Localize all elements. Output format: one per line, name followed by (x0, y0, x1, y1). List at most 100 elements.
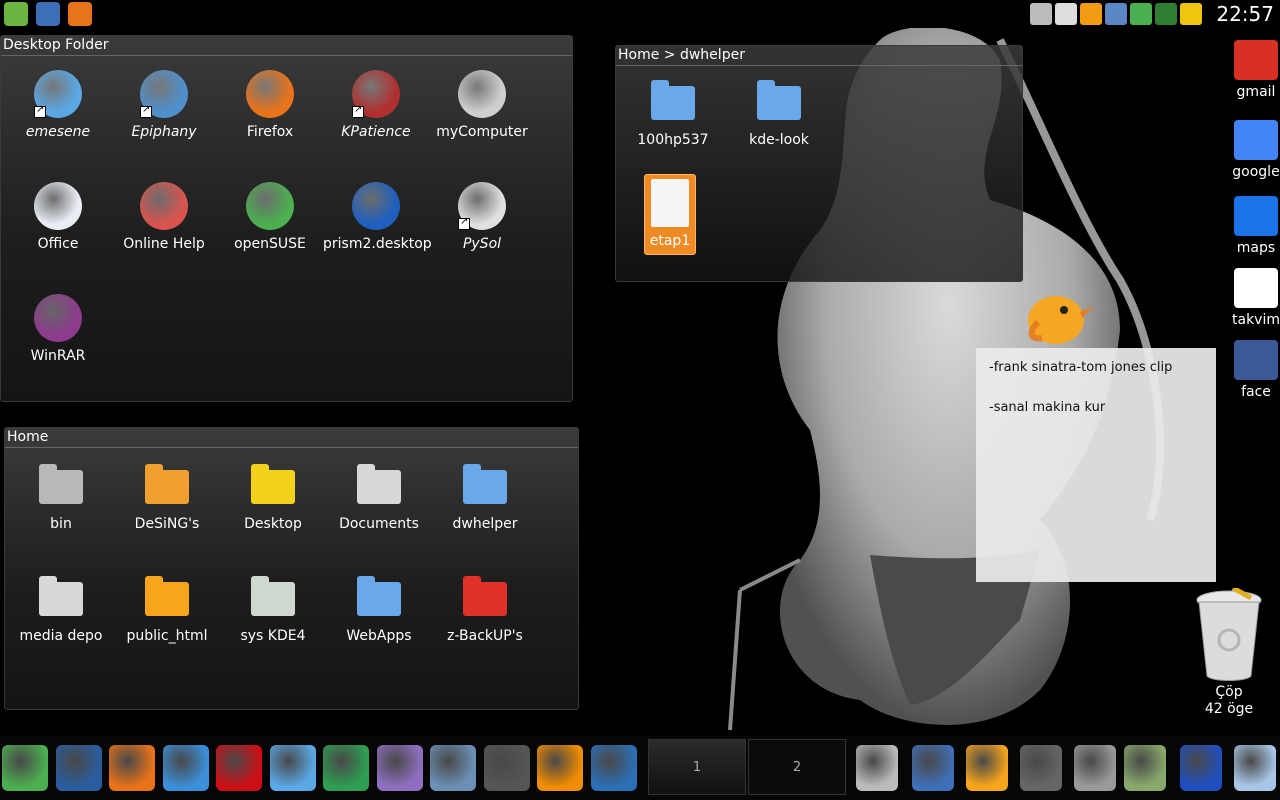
power-icon[interactable] (1180, 3, 1202, 25)
desktop-item[interactable]: bin (8, 462, 114, 533)
trash[interactable]: Çöp 42 öge (1186, 588, 1272, 718)
weather-icon[interactable] (1080, 3, 1102, 25)
taskbar-computer-button[interactable] (856, 745, 898, 791)
desktop-item[interactable]: Desktop (220, 462, 326, 533)
network-icon[interactable] (1105, 3, 1127, 25)
desktop-item[interactable]: emesene (5, 70, 111, 141)
computer-icon (458, 70, 506, 118)
pysol-icon (458, 182, 506, 230)
web-app-takvim[interactable]: takvim (1226, 268, 1280, 328)
taskbar-home-button[interactable] (912, 745, 954, 791)
desktop-2[interactable]: 2 (748, 739, 846, 795)
gimp-folder-icon (143, 462, 191, 510)
desktop-item[interactable]: prism2.desktop (323, 182, 432, 253)
desktop-item[interactable]: z-BackUP's (432, 574, 538, 645)
taskbar-firefox-button[interactable] (109, 745, 155, 791)
link-badge-icon (140, 104, 152, 118)
folder-icon (355, 574, 403, 622)
dwhelper-folder-panel: Home > dwhelper 100hp537 kde-look etap1 (615, 45, 1023, 282)
desktop-item[interactable]: openSUSE (217, 182, 323, 253)
desktop-item[interactable]: myComputer (429, 70, 535, 141)
media-folder-icon (37, 574, 85, 622)
bird-widget-icon[interactable] (1018, 282, 1098, 348)
trash-icon (1196, 588, 1262, 681)
document-icon (651, 179, 689, 227)
google-icon (1234, 120, 1278, 160)
dwhelper-folder-title: Home > dwhelper (616, 46, 1022, 66)
taskbar-emesene-button[interactable] (269, 745, 316, 791)
desktop-item[interactable]: DeSiNG's (114, 462, 220, 533)
web-app-face[interactable]: face (1226, 340, 1280, 400)
item-label: WinRAR (30, 348, 86, 364)
desktop-item[interactable]: Firefox (217, 70, 323, 141)
item-label: media depo (19, 628, 103, 644)
link-badge-icon (34, 104, 46, 118)
item-label: prism2.desktop (323, 236, 432, 252)
item-label: emesene (25, 124, 91, 140)
desktop-item[interactable]: WebApps (326, 574, 432, 645)
web-app-label: face (1241, 384, 1271, 400)
web-app-label: google (1232, 164, 1280, 180)
item-label: Epiphany (131, 124, 197, 140)
desktop-item[interactable]: dwhelper (432, 462, 538, 533)
taskbar-pidgin-button[interactable] (376, 745, 423, 791)
desktop-item[interactable]: Documents (326, 462, 432, 533)
taskbar-laptop-button[interactable] (1234, 745, 1276, 791)
desktop-item[interactable]: Online Help (111, 182, 217, 253)
taskbar-amarok-button[interactable] (590, 745, 637, 791)
desktop-1[interactable]: 1 (648, 739, 746, 795)
taskbar-opensuse-button[interactable] (2, 745, 48, 791)
desktop-number: 1 (692, 760, 702, 775)
item-label: bin (50, 516, 72, 532)
desktop-item[interactable]: KPatience (323, 70, 429, 141)
web-app-gmail[interactable]: gmail (1226, 40, 1280, 100)
kopete-icon[interactable] (1155, 3, 1177, 25)
desktop-item[interactable]: kde-look (726, 78, 832, 149)
desktop-item[interactable]: Epiphany (111, 70, 217, 141)
item-label: Office (37, 236, 79, 252)
home-folder-title: Home (5, 428, 578, 448)
google-earth-icon (1234, 196, 1278, 236)
web-app-google[interactable]: google (1226, 120, 1280, 180)
desktop-item[interactable]: 100hp537 (620, 78, 726, 149)
taskbar-contacts-button[interactable] (430, 745, 476, 791)
desktop-item[interactable]: etap1 (644, 174, 696, 255)
taskbar-bird-button[interactable] (323, 745, 369, 791)
taskbar-video-editor-button[interactable] (483, 745, 530, 791)
item-label: myComputer (436, 124, 528, 140)
taskbar-desktop-button[interactable] (55, 745, 102, 791)
volume-icon[interactable] (1030, 3, 1052, 25)
clipboard-icon[interactable] (1055, 3, 1077, 25)
item-label: PySol (462, 236, 502, 252)
winrar-icon (34, 294, 82, 342)
taskbar-konqueror-button[interactable] (162, 745, 209, 791)
item-label: etap1 (649, 233, 691, 249)
web-app-label: takvim (1232, 312, 1280, 328)
folder-icon (755, 78, 803, 126)
opensuse-folder-icon (249, 574, 297, 622)
desktop-item[interactable]: WinRAR (5, 294, 111, 365)
taskbar-opera-button[interactable] (216, 745, 262, 791)
desktop-item[interactable]: public_html (114, 574, 220, 645)
desktop-item[interactable]: sys KDE4 (220, 574, 326, 645)
update-icon[interactable] (1130, 3, 1152, 25)
link-badge-icon (352, 104, 364, 118)
clock[interactable]: 22:57 (1216, 2, 1274, 26)
taskbar-vlc-button[interactable] (537, 745, 583, 791)
item-label: WebApps (346, 628, 412, 644)
desktop-item[interactable]: PySol (429, 182, 535, 253)
taskbar-downloads-folder-button[interactable] (966, 745, 1008, 791)
top-launcher-desktop[interactable] (36, 2, 60, 26)
web-app-maps[interactable]: maps (1226, 196, 1280, 256)
taskbar-system-monitor-button[interactable] (1020, 745, 1062, 791)
kpatience-icon (352, 70, 400, 118)
desktop-pager: 1 2 (648, 739, 848, 795)
taskbar-chart-button[interactable] (1180, 745, 1222, 791)
top-launcher-opensuse[interactable] (4, 2, 28, 26)
taskbar-settings-button[interactable] (1124, 745, 1166, 791)
desktop-item[interactable]: media depo (8, 574, 114, 645)
desktop-item[interactable]: Office (5, 182, 111, 253)
top-launcher-firefox[interactable] (68, 2, 92, 26)
taskbar-tools-button[interactable] (1074, 745, 1116, 791)
sticky-note[interactable]: -frank sinatra-tom jones clip -sanal mak… (976, 348, 1216, 582)
